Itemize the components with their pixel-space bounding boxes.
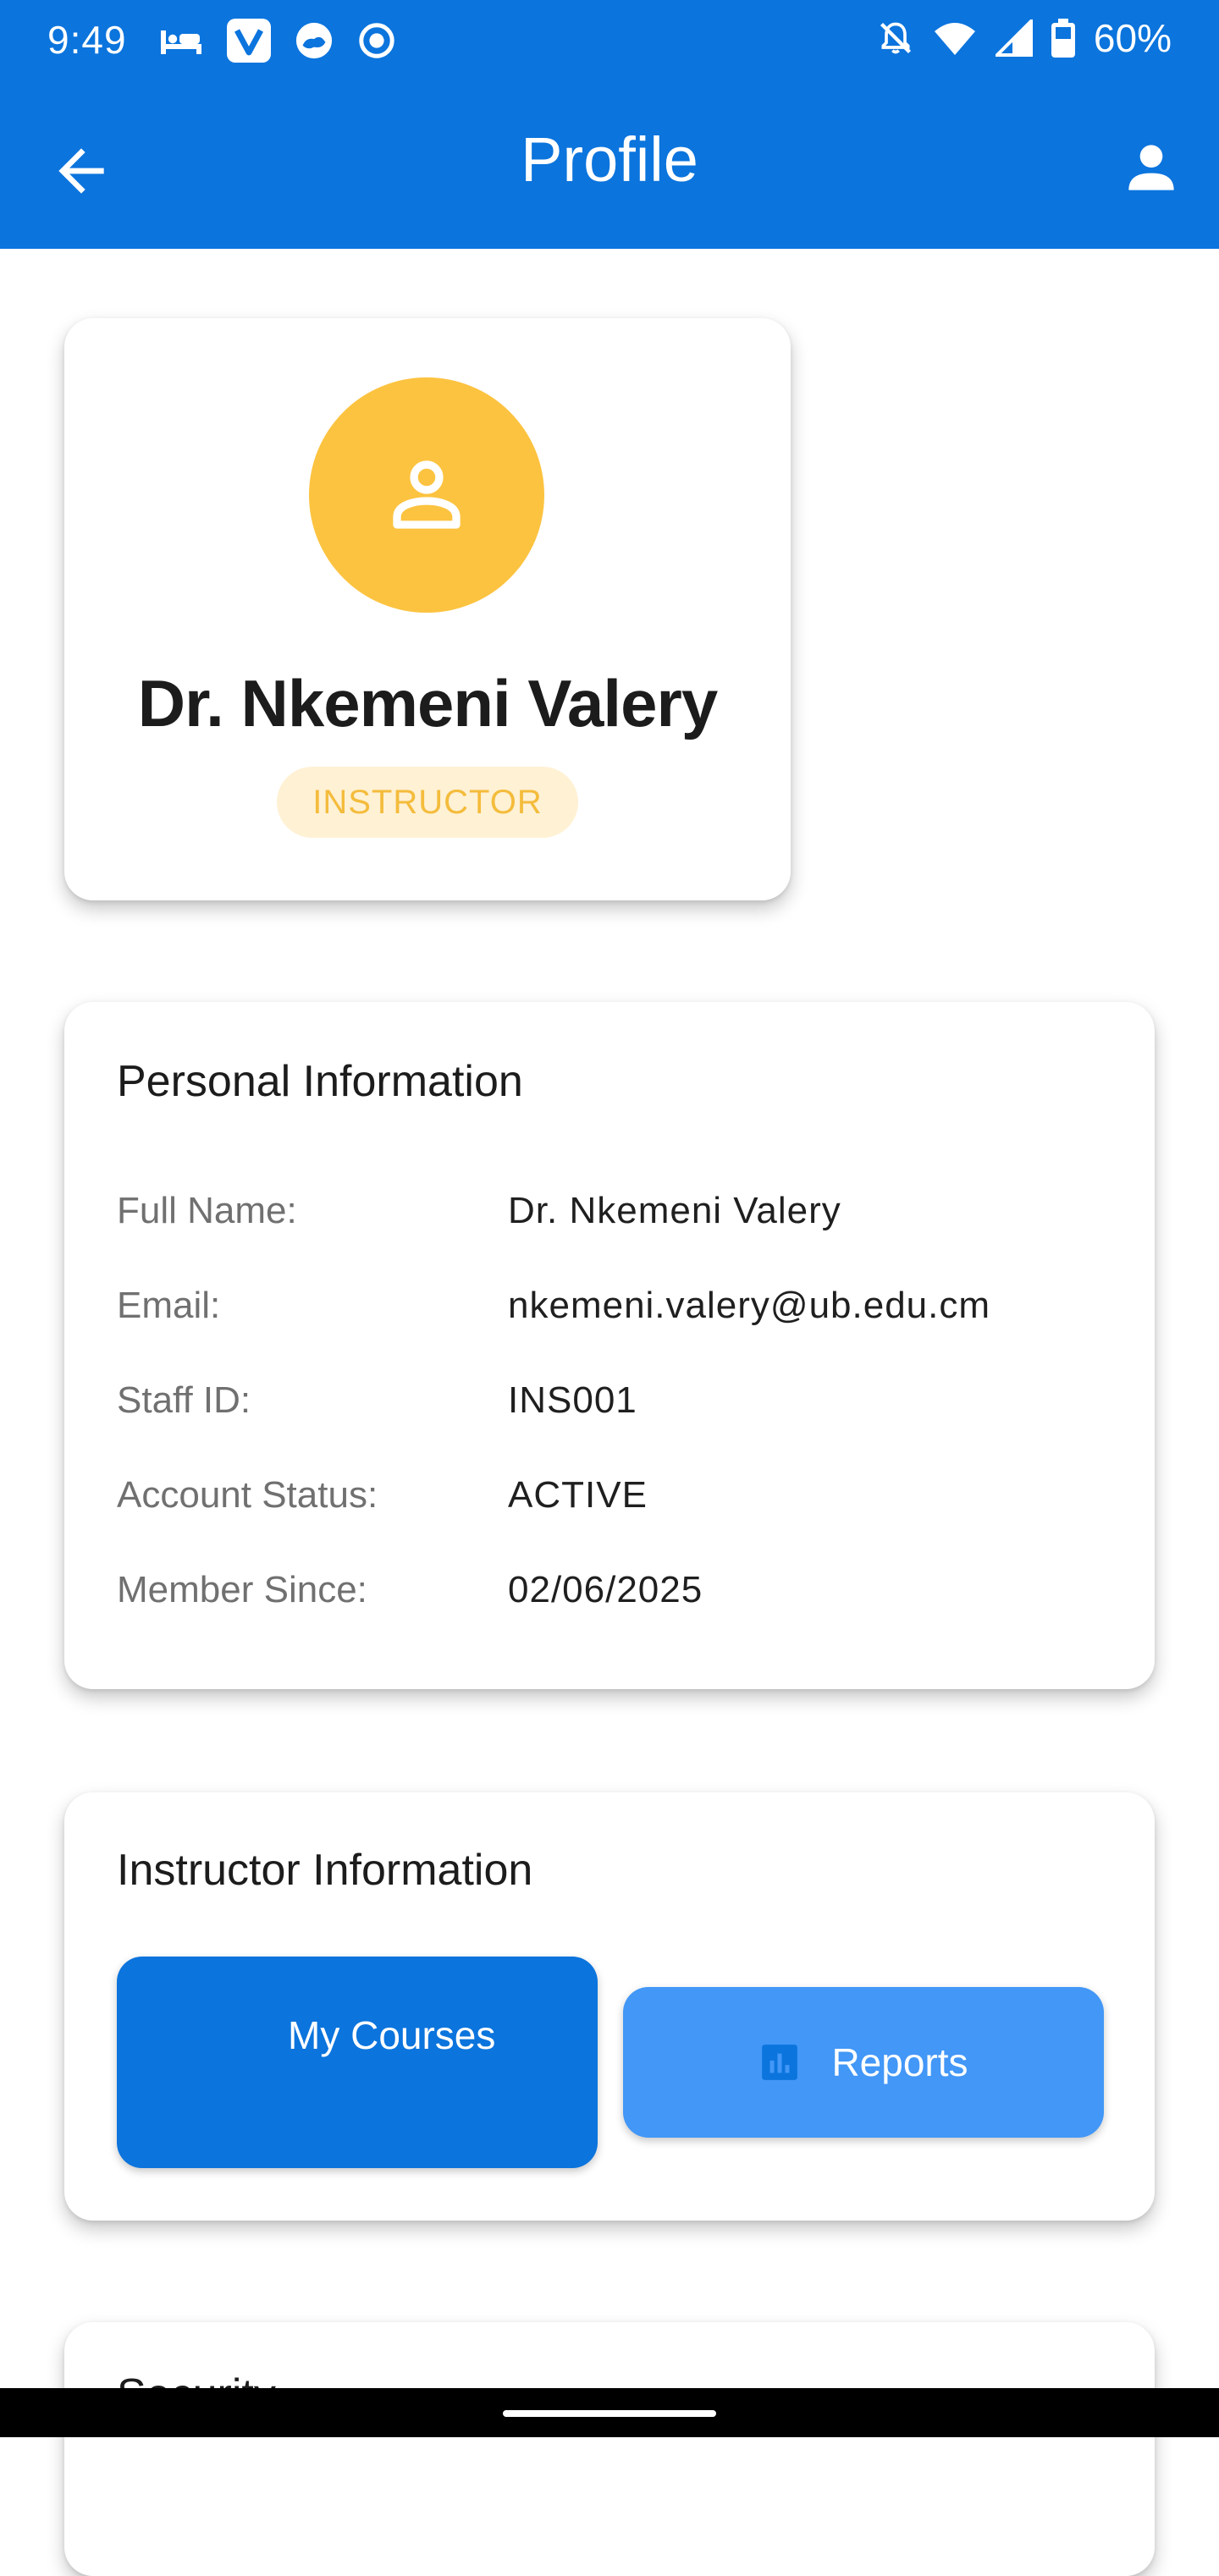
info-value: 02/06/2025 xyxy=(508,1569,703,1610)
status-system-icons: 60% xyxy=(877,15,1172,61)
instructor-information-title: Instructor Information xyxy=(117,1846,533,1895)
info-value: nkemeni.valery@ub.edu.cm xyxy=(508,1285,991,1326)
personal-information-card: Personal Information Full Name: Dr. Nkem… xyxy=(64,1002,1155,1689)
record-icon xyxy=(359,23,394,58)
personal-information-title: Personal Information xyxy=(117,1057,523,1106)
info-label: Full Name: xyxy=(117,1190,297,1231)
profile-name: Dr. Nkemeni Valery xyxy=(137,666,718,740)
signal-icon xyxy=(995,19,1033,57)
navigation-bar xyxy=(0,2388,1219,2437)
cloud-app-icon xyxy=(295,22,333,59)
v-app-icon xyxy=(227,19,271,63)
status-notification-icons xyxy=(159,19,396,63)
security-card: Security xyxy=(64,2322,1155,2576)
avatar xyxy=(309,377,544,613)
hotel-icon xyxy=(161,30,201,54)
reports-button[interactable]: Reports xyxy=(623,1987,1104,2138)
profile-card: Dr. Nkemeni Valery INSTRUCTOR xyxy=(64,318,791,900)
info-row-member-since: Member Since: 02/06/2025 xyxy=(117,1569,1116,1628)
my-courses-label: My Courses xyxy=(288,2013,496,2057)
wifi-icon xyxy=(934,23,975,55)
my-courses-button[interactable]: My Courses xyxy=(117,1957,598,2168)
bar-chart-icon xyxy=(762,2045,798,2080)
battery-icon xyxy=(1051,19,1075,58)
reports-label: Reports xyxy=(831,2040,968,2084)
info-value: ACTIVE xyxy=(508,1474,648,1516)
status-bar: 9:49 60% xyxy=(0,0,1219,81)
info-row-staff-id: Staff ID: INS001 xyxy=(117,1379,1116,1439)
info-value: INS001 xyxy=(508,1379,637,1421)
instructor-information-card: Instructor Information My Courses Report… xyxy=(64,1792,1155,2221)
battery-percentage: 60% xyxy=(1093,16,1172,60)
info-row-full-name: Full Name: Dr. Nkemeni Valery xyxy=(117,1190,1116,1249)
gesture-handle[interactable] xyxy=(503,2410,716,2417)
info-row-account-status: Account Status: ACTIVE xyxy=(117,1474,1116,1533)
account-button[interactable] xyxy=(1117,134,1185,201)
info-row-email: Email: nkemeni.valery@ub.edu.cm xyxy=(117,1285,1116,1344)
app-bar: Profile xyxy=(0,81,1219,249)
info-label: Account Status: xyxy=(117,1474,378,1516)
person-icon xyxy=(1128,145,1174,190)
info-label: Member Since: xyxy=(117,1569,367,1610)
info-label: Email: xyxy=(117,1285,221,1326)
info-value: Dr. Nkemeni Valery xyxy=(508,1190,841,1231)
role-badge: INSTRUCTOR xyxy=(277,767,578,838)
status-time: 9:49 xyxy=(47,18,127,62)
bell-off-icon xyxy=(880,22,911,54)
page-title: Profile xyxy=(521,124,698,195)
info-label: Staff ID: xyxy=(117,1379,251,1421)
person-outline-icon xyxy=(393,460,461,529)
